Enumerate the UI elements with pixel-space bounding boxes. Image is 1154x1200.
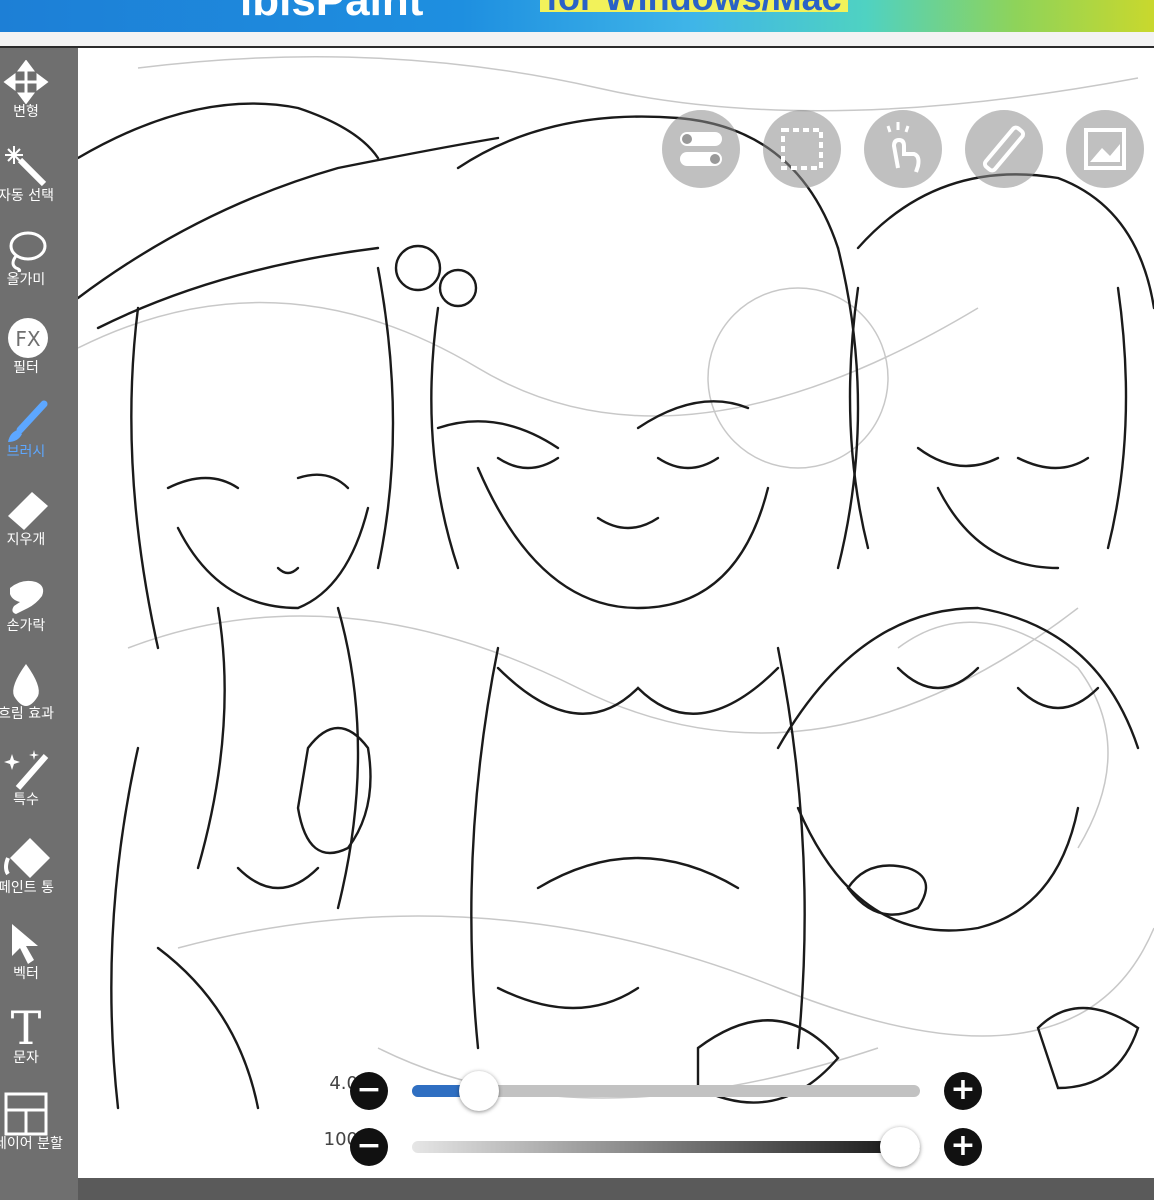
tool-label: 레이어 분할: [0, 1136, 63, 1152]
tool-lasso[interactable]: 올가미: [0, 228, 52, 288]
move-icon: [3, 60, 49, 104]
touch-icon: [886, 122, 921, 173]
paint-bucket-icon: [4, 838, 50, 878]
tool-brush[interactable]: 브러시: [0, 400, 52, 460]
eraser-icon: [8, 492, 48, 530]
banner-subtitle: for Windows/Mac: [540, 0, 848, 12]
tool-label: 페인트 통: [0, 880, 54, 896]
vector-cursor-icon: [12, 924, 38, 964]
tool-finger[interactable]: 손가락: [0, 574, 52, 634]
ruler-button[interactable]: [965, 110, 1043, 188]
tool-palette: 변형 자동 선택 올가미 FX 필터 브러시 지우개 손가락 흐림 효과 특수 …: [0, 48, 78, 1200]
sketch-artwork: [78, 56, 1154, 1110]
tool-label: 브러시: [6, 444, 46, 460]
tool-label: 지우개: [6, 532, 46, 548]
toggle-button[interactable]: [662, 110, 740, 188]
brush-icon: [8, 400, 48, 442]
tool-label: 문자: [13, 1050, 39, 1066]
bottom-toolbar: [78, 1178, 1154, 1200]
brush-size-slider[interactable]: 4.0 − +: [329, 1071, 988, 1112]
opacity-decrease-button[interactable]: −: [350, 1128, 388, 1166]
tool-filter[interactable]: FX 필터: [0, 316, 52, 376]
finger-icon: [10, 580, 44, 614]
banner-title: ibisPaint: [240, 0, 424, 25]
tool-vector[interactable]: 벡터: [0, 922, 52, 982]
tool-label: 필터: [13, 360, 39, 376]
tool-paint-bucket[interactable]: 페인트 통: [0, 836, 54, 896]
svg-text:FX: FX: [15, 327, 41, 351]
ruler-icon: [982, 125, 1026, 173]
brush-size-decrease-button[interactable]: −: [350, 1072, 388, 1110]
brush-size-track[interactable]: [412, 1071, 920, 1111]
touch-button[interactable]: [864, 110, 942, 188]
tool-text[interactable]: T 문자: [0, 1001, 52, 1066]
reference-image-button[interactable]: [1066, 110, 1144, 188]
drawing-canvas[interactable]: 4.0 − + 100 − +: [78, 48, 1154, 1178]
tool-frame-divider[interactable]: 레이어 분할: [0, 1092, 63, 1152]
opacity-increase-button[interactable]: +: [944, 1128, 982, 1166]
magic-wand-icon: [5, 146, 47, 187]
tool-label: 자동 선택: [0, 188, 54, 204]
toggle-icon: [680, 132, 722, 166]
tool-auto-select[interactable]: 자동 선택: [0, 144, 54, 204]
tool-label: 특수: [13, 792, 39, 808]
frame-divider-icon: [4, 1092, 48, 1136]
special-wand-icon: [4, 750, 49, 790]
banner-divider: [0, 32, 1154, 48]
selection-icon: [781, 128, 823, 170]
tool-label: 손가락: [6, 618, 46, 634]
tool-special[interactable]: 특수: [0, 748, 52, 808]
tool-label: 올가미: [6, 272, 46, 288]
tool-blur[interactable]: 흐림 효과: [0, 662, 54, 722]
tool-label: 변형: [13, 104, 39, 120]
opacity-track[interactable]: [412, 1127, 920, 1167]
brush-size-knob[interactable]: [458, 1071, 499, 1111]
promo-banner: ibisPaint for Windows/Mac: [0, 0, 1154, 32]
tool-eraser[interactable]: 지우개: [0, 488, 52, 548]
selection-button[interactable]: [763, 110, 841, 188]
tool-label: 흐림 효과: [0, 706, 54, 722]
tool-label: 벡터: [13, 966, 39, 982]
fx-icon: FX: [8, 318, 48, 358]
opacity-slider[interactable]: 100 − +: [324, 1127, 988, 1168]
tool-transform[interactable]: 변형: [0, 60, 52, 120]
brush-size-increase-button[interactable]: +: [944, 1072, 982, 1110]
blur-drop-icon: [13, 664, 39, 706]
reference-image-icon: [1084, 128, 1126, 170]
text-icon: T: [10, 1001, 42, 1055]
opacity-knob[interactable]: [880, 1127, 920, 1167]
lasso-icon: [9, 231, 47, 272]
